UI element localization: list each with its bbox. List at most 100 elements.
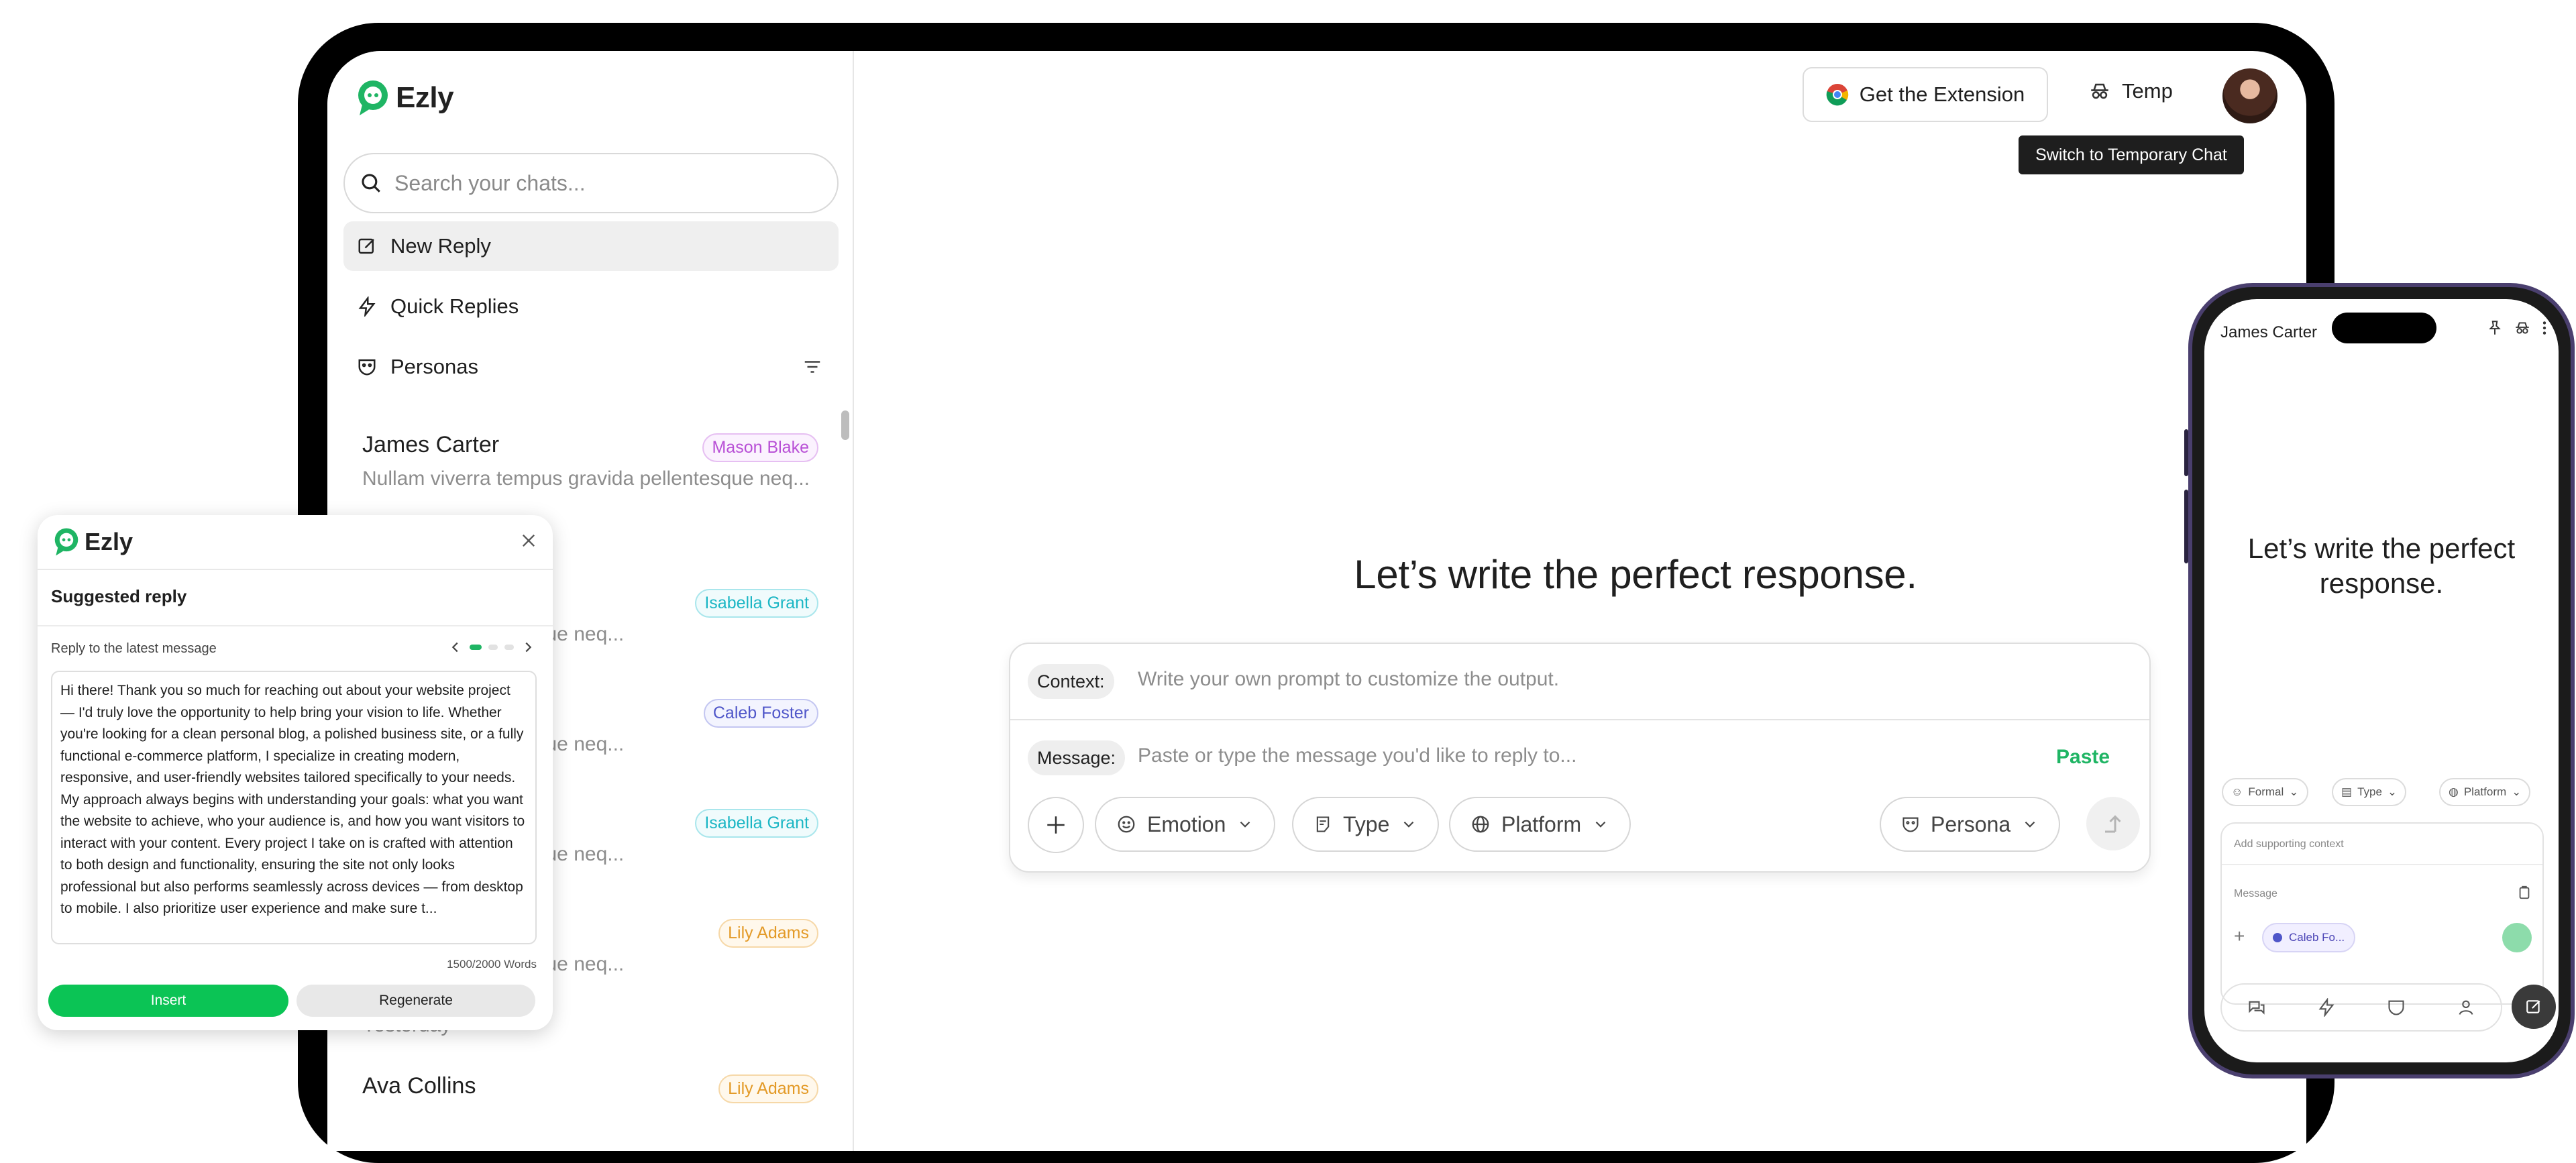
phone-contact-name: James Carter: [2220, 323, 2318, 341]
suggested-reply-popup: Ezly Suggested reply Reply to the latest…: [38, 515, 553, 1030]
mask-icon: [1902, 817, 1919, 832]
search-input[interactable]: Search your chats...: [343, 153, 839, 213]
chevron-left-icon[interactable]: [448, 640, 463, 655]
search-placeholder: Search your chats...: [394, 170, 586, 195]
paste-button[interactable]: Paste: [2056, 746, 2110, 769]
chats-icon[interactable]: [2247, 998, 2266, 1017]
context-label: Context:: [1028, 664, 1114, 699]
logo-chat-bubble-icon: [54, 528, 78, 556]
app-logo[interactable]: Ezly: [357, 79, 454, 117]
message-label: Message:: [1028, 740, 1126, 775]
search-icon: [362, 174, 380, 192]
incognito-icon[interactable]: [2513, 319, 2532, 337]
mask-icon[interactable]: [2387, 998, 2406, 1017]
phone-new-reply-button[interactable]: [2512, 985, 2556, 1029]
phone-context-input[interactable]: Add supporting context: [2234, 838, 2344, 850]
user-icon[interactable]: [2457, 998, 2475, 1017]
persona-badge: Isabella Grant: [695, 589, 818, 618]
context-input[interactable]: Write your own prompt to customize the o…: [1138, 668, 1559, 691]
persona-badge: Isabella Grant: [695, 809, 818, 838]
smiley-icon: [1118, 816, 1135, 833]
platform-dropdown[interactable]: Platform: [1449, 797, 1631, 852]
send-button[interactable]: [2086, 797, 2140, 850]
chip-label: Formal: [2248, 785, 2284, 798]
persona-badge: Lily Adams: [718, 919, 818, 948]
persona-badge: Caleb Foster: [703, 699, 818, 728]
persona-dropdown[interactable]: Persona: [1880, 797, 2061, 852]
nav-quick-replies[interactable]: Quick Replies: [343, 282, 839, 331]
nav-label: Quick Replies: [390, 294, 519, 318]
edit-icon: [358, 238, 374, 254]
popup-logo-text: Ezly: [85, 528, 133, 555]
phone-persona-tag[interactable]: Caleb Fo...: [2262, 923, 2356, 952]
lightning-icon: [358, 296, 376, 317]
message-input[interactable]: Paste or type the message you'd like to …: [1138, 744, 1576, 767]
phone-platform-dropdown[interactable]: ◍ Platform ⌄: [2439, 778, 2531, 806]
reply-pager: [448, 640, 535, 655]
phone-tab-bar: [2220, 983, 2502, 1032]
get-extension-button[interactable]: Get the Extension: [1803, 67, 2048, 122]
close-icon[interactable]: [519, 531, 538, 550]
document-icon: [1316, 816, 1330, 832]
popup-divider: [38, 625, 553, 626]
user-avatar[interactable]: [2222, 68, 2277, 123]
emotion-dropdown[interactable]: Emotion: [1095, 797, 1276, 852]
lightning-icon[interactable]: [2317, 998, 2336, 1017]
sidebar-scrollbar[interactable]: [841, 410, 849, 440]
popup-header: Ezly: [38, 515, 553, 570]
temp-label: Temp: [2122, 79, 2173, 103]
chip-label: Emotion: [1147, 812, 1226, 836]
temporary-chat-button[interactable]: Temp: [2088, 79, 2173, 103]
phone-send-button[interactable]: [2502, 923, 2532, 952]
edit-icon: [2526, 1000, 2540, 1013]
regenerate-button[interactable]: Regenerate: [297, 985, 535, 1017]
popup-title: Suggested reply: [51, 586, 187, 606]
chevron-down-icon: [2025, 821, 2035, 828]
phone-type-dropdown[interactable]: ▤ Type ⌄: [2332, 778, 2407, 806]
chevron-down-icon: [1595, 821, 1606, 828]
type-dropdown[interactable]: Type: [1292, 797, 1440, 852]
persona-tag-label: Caleb Fo...: [2289, 931, 2345, 944]
nav-label: Personas: [390, 355, 478, 378]
add-attachment-button[interactable]: [1028, 797, 1084, 853]
chat-item[interactable]: James Carter Nullam viverra tempus gravi…: [362, 432, 818, 490]
globe-icon: [1472, 816, 1489, 833]
chat-item[interactable]: Ava Collins Lily Adams: [362, 1073, 818, 1103]
chevron-right-icon[interactable]: [521, 640, 535, 655]
get-extension-label: Get the Extension: [1859, 82, 2025, 106]
filter-icon[interactable]: [802, 357, 822, 377]
phone-formal-dropdown[interactable]: ☺ Formal ⌄: [2222, 778, 2308, 806]
persona-badge: Lily Adams: [718, 1074, 818, 1103]
logo-chat-bubble-icon: [357, 79, 389, 117]
composer-divider: [1010, 719, 2149, 720]
chevron-down-icon: [1240, 821, 1250, 828]
popup-logo: Ezly: [54, 527, 133, 557]
phone-headline: Let’s write the perfect response.: [2247, 533, 2516, 599]
pager-dot-active: [470, 645, 482, 650]
chip-label: Persona: [1931, 812, 2011, 836]
send-arrow-icon: [2105, 815, 2121, 833]
suggested-reply-text[interactable]: Hi there! Thank you so much for reaching…: [51, 671, 537, 944]
popup-subtitle: Reply to the latest message: [51, 641, 217, 656]
incognito-icon: [2091, 83, 2108, 99]
phone-plus-icon[interactable]: +: [2234, 926, 2245, 947]
document-icon: ▤: [2341, 785, 2353, 798]
persona-dot: [2273, 933, 2282, 942]
logo-text: Ezly: [396, 81, 454, 114]
phone-message-input[interactable]: Message: [2234, 888, 2277, 900]
more-vertical-icon[interactable]: [2541, 319, 2548, 337]
chat-preview: Nullam viverra tempus gravida pellentesq…: [362, 467, 810, 490]
chevron-down-icon: [1404, 821, 1414, 828]
phone-composer-divider: [2222, 864, 2542, 865]
chevron-down-icon: ⌄: [2289, 785, 2299, 798]
reply-composer: Context: Write your own prompt to custom…: [1009, 643, 2151, 873]
insert-button[interactable]: Insert: [48, 985, 288, 1017]
nav-new-reply[interactable]: New Reply: [343, 221, 839, 271]
nav-personas[interactable]: Personas: [343, 342, 839, 392]
persona-badge: Mason Blake: [702, 433, 818, 462]
pager-dot: [504, 645, 514, 650]
chip-label: Platform: [2463, 785, 2507, 798]
clipboard-icon[interactable]: [2517, 885, 2532, 900]
page-headline: Let’s write the perfect response.: [1354, 552, 1917, 597]
pin-icon[interactable]: [2486, 319, 2504, 337]
